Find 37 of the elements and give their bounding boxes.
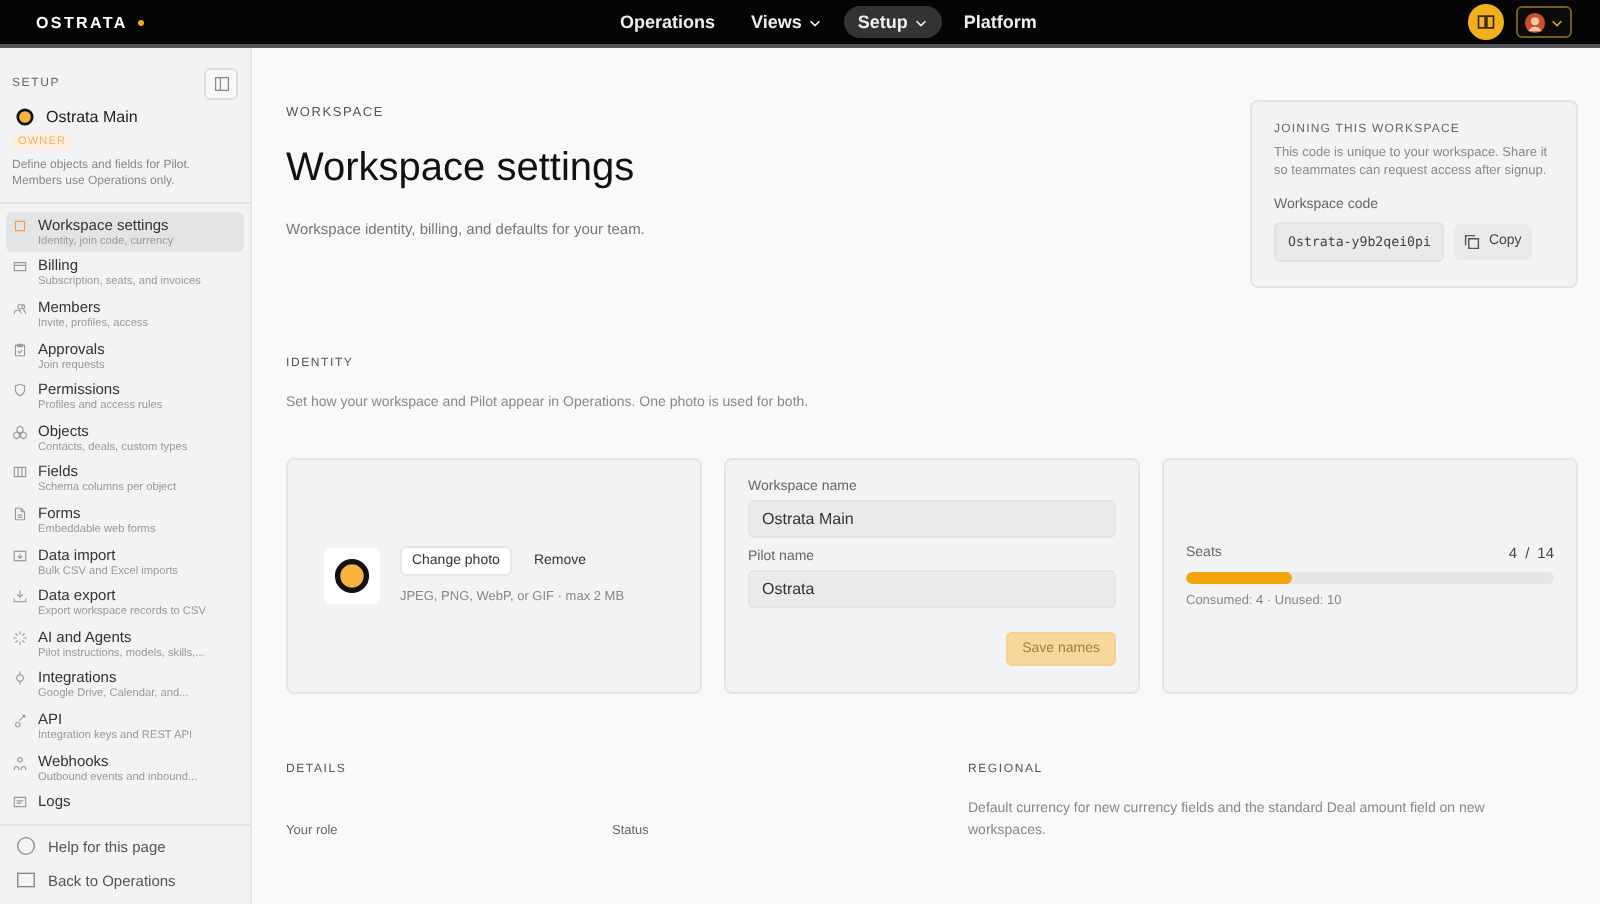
- workspace-logo-icon: [16, 108, 34, 126]
- nav-item-icon: [12, 547, 28, 564]
- nav-item-icon: [12, 629, 28, 646]
- nav-item-icon: [12, 258, 28, 275]
- copy-icon: [1464, 233, 1481, 250]
- nav-item-icon: [12, 423, 28, 440]
- logo-dot-icon: [137, 19, 144, 25]
- top-nav-tab[interactable]: Setup: [843, 6, 942, 38]
- workspace-name-field[interactable]: Ostrata Main: [748, 499, 1116, 538]
- nav-item-icon: [12, 711, 28, 728]
- caret-icon: [807, 15, 822, 29]
- caret-icon: [913, 15, 928, 29]
- panel-icon: [213, 76, 229, 92]
- top-nav-tab[interactable]: Operations: [606, 6, 730, 38]
- nav-item-icon: [12, 299, 28, 316]
- book-button[interactable]: [1468, 4, 1504, 40]
- logo-wordmark: OSTRATA: [36, 13, 128, 31]
- nav-item-icon: [12, 505, 28, 522]
- workspace-logo-icon: [333, 557, 370, 594]
- book-icon: [1476, 12, 1496, 32]
- nav-item-icon: [12, 341, 28, 358]
- top-nav-tab[interactable]: Views: [737, 6, 836, 38]
- nav-item-icon: [12, 588, 28, 605]
- nav-item-icon: [12, 794, 28, 811]
- nav-item-icon: [12, 753, 28, 769]
- nav-item-icon: [12, 670, 28, 687]
- nav-item-icon: [12, 217, 28, 234]
- avatar-icon: [1524, 11, 1546, 33]
- workspace-name: Ostrata Main: [46, 108, 138, 126]
- pilot-name-field[interactable]: Ostrata: [748, 569, 1116, 608]
- collapse-sidebar-button[interactable]: [204, 68, 238, 100]
- nav-item-icon: [12, 382, 28, 399]
- caret-icon: [1550, 15, 1564, 29]
- account-menu-button[interactable]: [1516, 6, 1572, 38]
- nav-item-icon: [12, 464, 28, 481]
- top-nav-tab[interactable]: Platform: [949, 6, 1051, 38]
- page-title: Workspace settings: [286, 146, 635, 192]
